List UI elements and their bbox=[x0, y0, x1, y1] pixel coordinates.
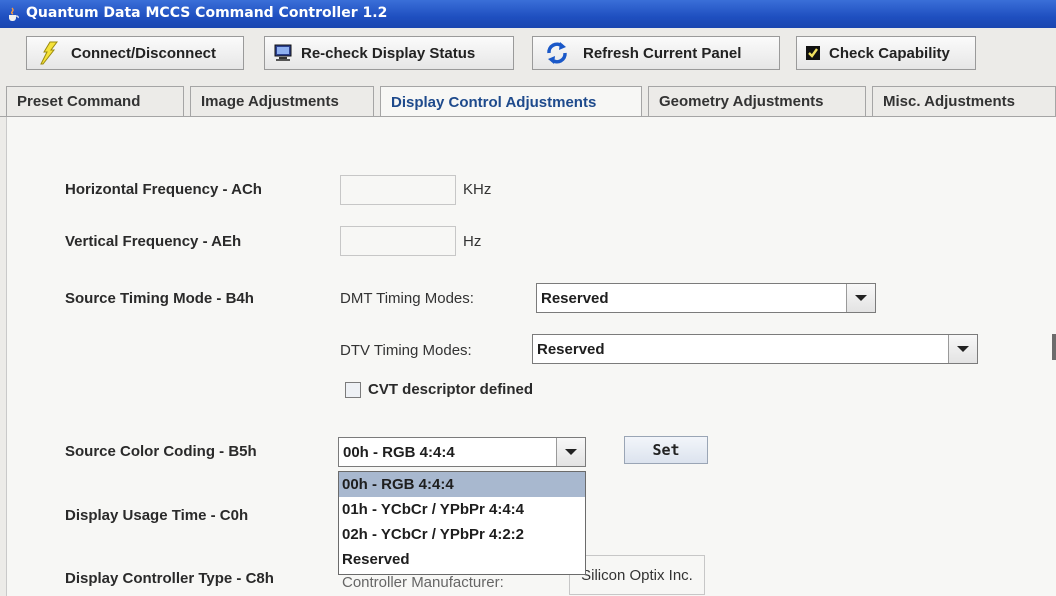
dmt-timing-select[interactable]: Reserved bbox=[536, 283, 876, 313]
tab-label: Misc. Adjustments bbox=[883, 93, 1015, 110]
check-capability-button[interactable]: Check Capability bbox=[796, 36, 976, 70]
set-label: Set bbox=[652, 441, 680, 459]
tab-preset-command[interactable]: Preset Command bbox=[6, 86, 184, 116]
dtv-timing-select[interactable]: Reserved bbox=[532, 334, 978, 364]
hfreq-field[interactable] bbox=[340, 175, 456, 205]
lightning-icon bbox=[40, 41, 58, 65]
vfreq-unit: Hz bbox=[463, 233, 482, 250]
hfreq-label: Horizontal Frequency - ACh bbox=[65, 181, 262, 198]
toolbar: Connect/Disconnect Re-check Display Stat… bbox=[0, 28, 1056, 82]
dropdown-option[interactable]: 00h - RGB 4:4:4 bbox=[339, 472, 585, 497]
cvt-label: CVT descriptor defined bbox=[368, 381, 534, 398]
recheck-display-status-button[interactable]: Re-check Display Status bbox=[264, 36, 514, 70]
refresh-arrows-icon bbox=[547, 42, 567, 64]
chevron-down-icon[interactable] bbox=[846, 284, 875, 312]
checkbox-icon bbox=[806, 46, 820, 60]
dropdown-option[interactable]: 02h - YCbCr / YPbPr 4:2:2 bbox=[339, 522, 585, 547]
tab-image-adjustments[interactable]: Image Adjustments bbox=[190, 86, 374, 116]
dmt-value: Reserved bbox=[541, 289, 609, 307]
title-bar: Quantum Data MCCS Command Controller 1.2 bbox=[0, 0, 1056, 28]
color-coding-dropdown: 00h - RGB 4:4:4 01h - YCbCr / YPbPr 4:4:… bbox=[338, 471, 586, 575]
dtv-label: DTV Timing Modes: bbox=[340, 342, 472, 359]
vfreq-label: Vertical Frequency - AEh bbox=[65, 233, 242, 250]
color-coding-select[interactable]: 00h - RGB 4:4:4 bbox=[338, 437, 586, 467]
scroll-edge bbox=[1052, 334, 1056, 360]
connect-disconnect-label: Connect/Disconnect bbox=[71, 44, 217, 62]
manufacturer-field: Silicon Optix Inc. bbox=[569, 555, 705, 595]
hfreq-unit: KHz bbox=[463, 181, 492, 198]
manufacturer-label: Controller Manufacturer: bbox=[342, 574, 504, 591]
tab-label: Display Control Adjustments bbox=[391, 93, 597, 111]
dropdown-option[interactable]: Reserved bbox=[339, 547, 585, 572]
timing-label: Source Timing Mode - B4h bbox=[65, 290, 254, 307]
tab-display-control-adjustments[interactable]: Display Control Adjustments bbox=[380, 86, 642, 117]
tab-geometry-adjustments[interactable]: Geometry Adjustments bbox=[648, 86, 866, 116]
tab-label: Preset Command bbox=[17, 93, 141, 110]
tab-label: Image Adjustments bbox=[201, 93, 339, 110]
java-cup-icon bbox=[9, 7, 19, 21]
monitor-icon bbox=[274, 44, 292, 61]
window-title: Quantum Data MCCS Command Controller 1.2 bbox=[26, 5, 388, 21]
check-capability-label: Check Capability bbox=[829, 44, 950, 62]
tab-label: Geometry Adjustments bbox=[659, 93, 824, 110]
vfreq-field[interactable] bbox=[340, 226, 456, 256]
color-coding-value: 00h - RGB 4:4:4 bbox=[343, 443, 455, 461]
dmt-label: DMT Timing Modes: bbox=[340, 290, 474, 307]
manufacturer-value: Silicon Optix Inc. bbox=[581, 566, 693, 584]
connect-disconnect-button[interactable]: Connect/Disconnect bbox=[26, 36, 244, 70]
chevron-down-icon[interactable] bbox=[948, 335, 977, 363]
recheck-display-status-label: Re-check Display Status bbox=[301, 44, 476, 62]
cvt-checkbox[interactable] bbox=[345, 382, 361, 398]
dtv-value: Reserved bbox=[537, 340, 605, 358]
tab-misc-adjustments[interactable]: Misc. Adjustments bbox=[872, 86, 1056, 116]
dropdown-option[interactable]: 01h - YCbCr / YPbPr 4:4:4 bbox=[339, 497, 585, 522]
chevron-down-icon[interactable] bbox=[556, 438, 585, 466]
tab-bar: Preset Command Image Adjustments Display… bbox=[0, 86, 1056, 117]
refresh-current-panel-label: Refresh Current Panel bbox=[583, 44, 742, 62]
set-button[interactable]: Set bbox=[624, 436, 708, 464]
controller-type-label: Display Controller Type - C8h bbox=[65, 570, 274, 587]
refresh-current-panel-button[interactable]: Refresh Current Panel bbox=[532, 36, 780, 70]
usage-time-label: Display Usage Time - C0h bbox=[65, 507, 249, 524]
color-coding-label: Source Color Coding - B5h bbox=[65, 443, 257, 460]
